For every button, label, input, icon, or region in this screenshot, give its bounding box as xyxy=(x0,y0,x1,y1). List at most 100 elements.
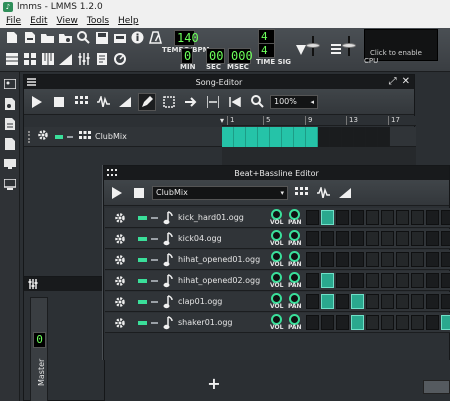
step-button-off[interactable] xyxy=(306,315,319,330)
step-button-off[interactable] xyxy=(351,252,364,267)
step-button-off[interactable] xyxy=(336,210,349,225)
my-presets-icon[interactable] xyxy=(3,118,16,130)
track-mute-led[interactable] xyxy=(138,237,147,241)
pattern-block[interactable] xyxy=(270,127,282,147)
step-button-off[interactable] xyxy=(411,231,424,246)
step-button-off[interactable] xyxy=(441,252,450,267)
track-solo-toggle[interactable] xyxy=(151,280,158,282)
step-button-off[interactable] xyxy=(411,273,424,288)
pattern-block[interactable] xyxy=(294,127,306,147)
edit-mode-icon[interactable] xyxy=(160,93,178,111)
gear-icon[interactable] xyxy=(114,233,126,245)
menu-help[interactable]: Help xyxy=(118,16,139,26)
bb-stop-icon[interactable] xyxy=(130,184,148,202)
step-button-on[interactable] xyxy=(351,315,364,330)
controller-rack-icon[interactable] xyxy=(112,51,127,66)
export-icon[interactable] xyxy=(112,30,127,45)
track-settings-gear-icon[interactable] xyxy=(37,129,49,144)
gear-icon[interactable] xyxy=(114,317,126,329)
step-button-off[interactable] xyxy=(381,210,394,225)
step-button-off[interactable] xyxy=(336,294,349,309)
playhead-marker-icon[interactable]: ▾ xyxy=(220,116,224,125)
step-button-off[interactable] xyxy=(321,231,334,246)
bb-track-name[interactable]: hihat_opened01.ogg xyxy=(178,255,260,264)
play-icon[interactable] xyxy=(28,93,46,111)
add-bb-track-icon[interactable] xyxy=(72,93,90,111)
step-button-off[interactable] xyxy=(336,315,349,330)
step-button-off[interactable] xyxy=(441,273,450,288)
step-button-off[interactable] xyxy=(426,210,439,225)
song-track-pattern-cells[interactable] xyxy=(222,127,390,147)
step-button-off[interactable] xyxy=(336,231,349,246)
step-button-off[interactable] xyxy=(306,231,319,246)
track-mute-led[interactable] xyxy=(138,300,147,304)
track-mute-led[interactable] xyxy=(138,321,147,325)
step-button-on[interactable] xyxy=(351,294,364,309)
bb-track-name[interactable]: shaker01.ogg xyxy=(178,318,232,327)
menu-tools[interactable]: Tools xyxy=(87,16,109,26)
track-solo-toggle[interactable] xyxy=(151,301,158,303)
pattern-block[interactable] xyxy=(234,127,246,147)
step-button-off[interactable] xyxy=(441,294,450,309)
master-channel-strip[interactable]: 0 Master xyxy=(30,297,48,401)
gear-icon[interactable] xyxy=(114,212,126,224)
add-beat-bassline-icon[interactable] xyxy=(292,184,310,202)
master-pitch-slider[interactable] xyxy=(341,36,357,56)
track-solo-toggle[interactable] xyxy=(151,217,158,219)
menu-file[interactable]: File xyxy=(6,16,21,26)
track-solo-toggle[interactable] xyxy=(151,259,158,261)
pattern-block[interactable] xyxy=(246,127,258,147)
new-from-template-icon[interactable] xyxy=(22,30,37,45)
step-button-off[interactable] xyxy=(366,294,379,309)
step-button-off[interactable] xyxy=(381,252,394,267)
step-button-off[interactable] xyxy=(366,210,379,225)
track-solo-toggle[interactable] xyxy=(151,238,158,240)
new-project-icon[interactable] xyxy=(4,30,19,45)
step-button-on[interactable] xyxy=(321,294,334,309)
track-mute-led[interactable] xyxy=(138,216,147,220)
piano-roll-icon[interactable] xyxy=(40,51,55,66)
step-button-off[interactable] xyxy=(441,210,450,225)
song-editor-icon[interactable] xyxy=(4,51,19,66)
bb-add-sample-track-icon[interactable] xyxy=(314,184,332,202)
step-button-off[interactable] xyxy=(381,273,394,288)
step-button-on[interactable] xyxy=(321,210,334,225)
step-button-off[interactable] xyxy=(396,315,409,330)
step-button-off[interactable] xyxy=(366,315,379,330)
step-button-off[interactable] xyxy=(411,252,424,267)
bb-play-icon[interactable] xyxy=(108,184,126,202)
open-project-icon[interactable] xyxy=(40,30,55,45)
bb-track-name[interactable]: kick04.ogg xyxy=(178,234,222,243)
stop-icon[interactable] xyxy=(50,93,68,111)
step-button-off[interactable] xyxy=(351,231,364,246)
step-button-off[interactable] xyxy=(366,231,379,246)
pattern-slot[interactable] xyxy=(318,127,330,147)
step-button-off[interactable] xyxy=(366,252,379,267)
gear-icon[interactable] xyxy=(114,296,126,308)
pattern-block[interactable] xyxy=(306,127,318,147)
song-editor-ruler[interactable]: ▾ 1 5 9 13 17 xyxy=(220,116,416,126)
computer-icon[interactable] xyxy=(3,178,16,190)
step-button-off[interactable] xyxy=(396,210,409,225)
bb-add-automation-track-icon[interactable] xyxy=(336,184,354,202)
track-mute-led[interactable] xyxy=(138,258,147,262)
step-button-off[interactable] xyxy=(381,231,394,246)
track-solo-toggle[interactable] xyxy=(67,135,73,138)
metronome-icon[interactable] xyxy=(148,30,163,45)
step-button-off[interactable] xyxy=(306,294,319,309)
auto-scroll-icon[interactable] xyxy=(182,93,200,111)
info-icon[interactable] xyxy=(130,30,145,45)
step-button-off[interactable] xyxy=(396,294,409,309)
song-editor-close-icon[interactable]: ✕ xyxy=(402,76,410,87)
pattern-slot[interactable] xyxy=(330,127,342,147)
step-button-off[interactable] xyxy=(321,315,334,330)
step-button-off[interactable] xyxy=(336,273,349,288)
automation-editor-icon[interactable] xyxy=(58,51,73,66)
step-button-off[interactable] xyxy=(411,294,424,309)
pattern-slot[interactable] xyxy=(366,127,378,147)
add-sample-track-icon[interactable] xyxy=(94,93,112,111)
step-button-off[interactable] xyxy=(306,252,319,267)
step-button-off[interactable] xyxy=(336,252,349,267)
step-button-off[interactable] xyxy=(366,273,379,288)
add-fx-channel-button[interactable]: + xyxy=(206,376,222,392)
